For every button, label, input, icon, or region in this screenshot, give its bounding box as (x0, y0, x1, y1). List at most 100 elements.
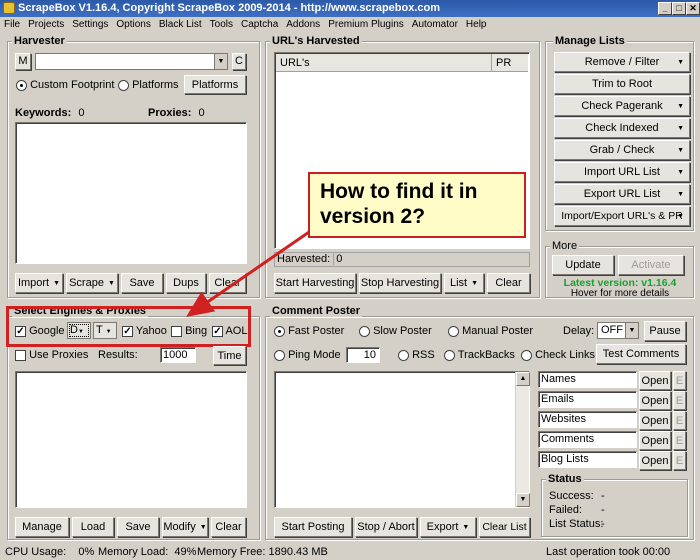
menu-file[interactable]: File (0, 17, 24, 33)
export-button[interactable]: Export ▼ (420, 517, 476, 537)
remove-filter-button[interactable]: Remove / Filter ▼ (554, 52, 690, 72)
menu-projects[interactable]: Projects (24, 17, 68, 33)
export-url-list-button[interactable]: Export URL List ▼ (554, 184, 690, 204)
menu-settings[interactable]: Settings (68, 17, 112, 33)
use-proxies-option[interactable]: Use Proxies (15, 348, 88, 362)
stop-abort-button[interactable]: Stop / Abort (355, 517, 417, 537)
scroll-up-icon[interactable]: ▲ (516, 372, 530, 386)
menu-automator[interactable]: Automator (408, 17, 462, 33)
open-names-button[interactable]: Open (639, 371, 671, 390)
open-comments-button[interactable]: Open (639, 431, 671, 450)
websites-file-field[interactable]: Websites (538, 411, 637, 428)
rss-radio[interactable] (398, 349, 409, 361)
fast-poster-option[interactable]: Fast Poster (274, 324, 344, 338)
menu-options[interactable]: Options (112, 17, 154, 33)
clear-urls-button[interactable]: Clear (487, 273, 530, 293)
ping-mode-radio[interactable] (274, 349, 285, 361)
modify-button[interactable]: Modify ▼ (162, 517, 208, 537)
remove-filter-label: Remove / Filter (584, 56, 660, 68)
open-websites-button[interactable]: Open (639, 411, 671, 430)
platforms-radio[interactable] (118, 79, 129, 91)
custom-footprint-radio[interactable] (16, 79, 27, 91)
time-button[interactable]: Time (213, 346, 246, 365)
footprint-combo[interactable]: ▼ (35, 53, 228, 70)
check-links-option[interactable]: Check Links (521, 348, 595, 362)
manual-poster-radio[interactable] (448, 325, 459, 337)
chevron-down-icon[interactable]: ▼ (214, 54, 227, 69)
trim-to-root-button[interactable]: Trim to Root (554, 74, 690, 94)
test-comments-button[interactable]: Test Comments (596, 344, 686, 364)
scroll-down-icon[interactable]: ▼ (516, 493, 530, 507)
names-file-field[interactable]: Names (538, 371, 637, 388)
chevron-down-icon[interactable]: ▼ (625, 323, 638, 338)
comments-file-field[interactable]: Comments (538, 431, 637, 448)
start-posting-button[interactable]: Start Posting (274, 517, 352, 537)
ping-count-input[interactable]: 10 (346, 347, 380, 363)
update-button[interactable]: Update (552, 255, 614, 275)
trackbacks-option[interactable]: TrackBacks (444, 348, 515, 362)
poster-log[interactable]: ▲ ▼ (274, 371, 530, 508)
blog-lists-file-field[interactable]: Blog Lists (538, 451, 637, 468)
keywords-textbox[interactable] (15, 122, 247, 264)
import-url-list-button[interactable]: Import URL List ▼ (554, 162, 690, 182)
platforms-option[interactable]: Platforms (118, 78, 179, 92)
check-pagerank-button[interactable]: Check Pagerank ▼ (554, 96, 690, 116)
menu-black-list[interactable]: Black List (155, 17, 206, 33)
custom-footprint-option[interactable]: Custom Footprint (16, 78, 114, 92)
rss-option[interactable]: RSS (398, 348, 435, 362)
edit-comments-button[interactable]: E (673, 431, 686, 450)
pr-column-header[interactable]: PR (492, 54, 528, 72)
manual-poster-option[interactable]: Manual Poster (448, 324, 533, 338)
menu-bar: File Projects Settings Options Black List Too… (0, 17, 700, 33)
save-keywords-button[interactable]: Save (121, 273, 163, 293)
results-input[interactable]: 1000 (160, 347, 196, 363)
check-indexed-button[interactable]: Check Indexed ▼ (554, 118, 690, 138)
pause-button[interactable]: Pause (644, 321, 686, 341)
manage-button[interactable]: Manage (15, 517, 69, 537)
edit-websites-button[interactable]: E (673, 411, 686, 430)
urls-column-header[interactable]: URL's (276, 54, 492, 72)
list-button[interactable]: List ▼ (444, 273, 484, 293)
import-button[interactable]: Import ▼ (15, 273, 63, 293)
open-emails-button[interactable]: Open (639, 391, 671, 410)
slow-poster-option[interactable]: Slow Poster (359, 324, 432, 338)
menu-premium-plugins[interactable]: Premium Plugins (324, 17, 408, 33)
check-links-radio[interactable] (521, 349, 532, 361)
menu-addons[interactable]: Addons (282, 17, 324, 33)
scrape-button[interactable]: Scrape ▼ (66, 273, 118, 293)
menu-captcha[interactable]: Captcha (237, 17, 282, 33)
proxies-textbox[interactable] (15, 371, 247, 508)
start-harvesting-button[interactable]: Start Harvesting (274, 273, 356, 293)
dups-button[interactable]: Dups (166, 273, 206, 293)
c-button[interactable]: C (232, 53, 246, 70)
use-proxies-checkbox[interactable] (15, 349, 26, 361)
emails-file-field[interactable]: Emails (538, 391, 637, 408)
grab-check-button[interactable]: Grab / Check ▼ (554, 140, 690, 160)
import-export-urls-pr-button[interactable]: Import/Export URL's & PR ▼ (554, 206, 690, 226)
poster-log-scrollbar[interactable]: ▲ ▼ (515, 372, 530, 507)
slow-poster-radio[interactable] (359, 325, 370, 337)
edit-blog-lists-button[interactable]: E (673, 451, 686, 470)
trackbacks-radio[interactable] (444, 349, 455, 361)
clear-proxies-button[interactable]: Clear (211, 517, 246, 537)
fast-poster-radio[interactable] (274, 325, 285, 337)
stop-harvesting-button[interactable]: Stop Harvesting (359, 273, 441, 293)
save-proxies-button[interactable]: Save (117, 517, 159, 537)
maximize-button[interactable]: □ (672, 2, 686, 15)
clear-list-button[interactable]: Clear List (479, 517, 530, 537)
activate-button[interactable]: Activate (618, 255, 684, 275)
load-button[interactable]: Load (72, 517, 114, 537)
ping-mode-option[interactable]: Ping Mode (274, 348, 341, 362)
open-blog-lists-button[interactable]: Open (639, 451, 671, 470)
menu-help[interactable]: Help (462, 17, 491, 33)
platforms-button[interactable]: Platforms (184, 75, 246, 94)
edit-names-button[interactable]: E (673, 371, 686, 390)
menu-tools[interactable]: Tools (206, 17, 237, 33)
edit-emails-button[interactable]: E (673, 391, 686, 410)
more-title: More (550, 240, 580, 252)
minimize-button[interactable]: _ (658, 2, 672, 15)
clear-keywords-button[interactable]: Clear (209, 273, 246, 293)
m-button[interactable]: M (15, 53, 31, 70)
close-button[interactable]: ✕ (686, 2, 700, 15)
delay-select[interactable]: OFF ▼ (597, 322, 639, 339)
